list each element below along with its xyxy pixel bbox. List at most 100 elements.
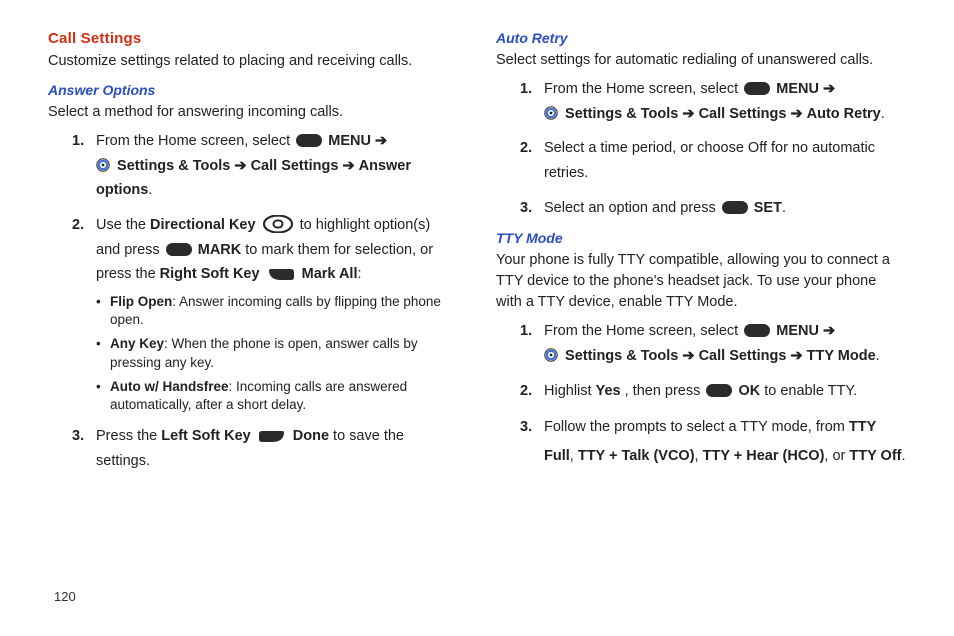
settings-tools-icon [96,158,110,172]
step-number: 3. [520,413,532,442]
ok-key-icon [166,243,192,256]
option-name: Auto w/ Handsfree [110,379,229,394]
arrow-icon: ➔ [790,348,802,364]
answer-options-intro: Select a method for answering incoming c… [48,102,458,123]
arrow-icon: ➔ [790,106,802,122]
text: Select an option and press [544,200,720,216]
left-column: Call Settings Customize settings related… [48,30,458,483]
text: Press the [96,428,161,444]
arrow-icon: ➔ [375,133,387,149]
arrow-icon: ➔ [682,348,694,364]
done-label: Done [293,428,329,444]
step-number: 2. [520,379,532,404]
step-2: 2. Use the Directional Key to highlight … [72,213,458,414]
period: . [881,106,885,122]
step-number: 3. [72,424,84,449]
period: . [782,200,786,216]
text: . [902,448,906,464]
heading-auto-retry: Auto Retry [496,30,906,46]
step-2: 2. Select a time period, or choose Off f… [520,136,906,185]
manual-page: Call Settings Customize settings related… [0,0,954,636]
step-number: 1. [520,77,532,102]
period: . [148,182,152,198]
set-label: SET [754,200,782,216]
ok-label: OK [738,383,760,399]
arrow-icon: ➔ [682,106,694,122]
ok-key-icon [744,324,770,337]
colon: : [358,266,362,282]
auto-retry-label: Auto Retry [807,106,881,122]
step-1: 1. From the Home screen, select MENU ➔ S… [72,129,458,203]
menu-label: MENU [776,323,823,339]
step-3: 3. Press the Left Soft Key Done to save … [72,424,458,473]
step-number: 3. [520,196,532,221]
text: to enable TTY. [764,383,857,399]
text: From the Home screen, select [544,81,742,97]
directional-key-icon [263,215,293,233]
right-soft-key-label: Right Soft Key [160,266,260,282]
text: , [570,448,578,464]
step-number: 2. [520,136,532,161]
settings-tools-label: Settings & Tools [565,106,682,122]
step-number: 1. [520,319,532,344]
settings-tools-label: Settings & Tools [565,348,682,364]
right-column: Auto Retry Select settings for automatic… [496,30,906,483]
option-flip-open: Flip Open: Answer incoming calls by flip… [96,293,458,329]
settings-tools-label: Settings & Tools [117,158,234,174]
directional-key-label: Directional Key [150,217,256,233]
arrow-icon: ➔ [823,81,835,97]
tty-hear-label: TTY + Hear (HCO) [703,448,825,464]
menu-label: MENU [328,133,375,149]
menu-label: MENU [776,81,823,97]
step-number: 1. [72,129,84,154]
text: , [695,448,703,464]
left-soft-key-icon [258,429,286,443]
step-2: 2. Highlist Yes , then press OK to enabl… [520,379,906,404]
mark-all-label: Mark All [302,266,358,282]
page-number: 120 [54,589,76,604]
mark-label: MARK [198,242,242,258]
right-soft-key-icon [267,267,295,281]
heading-tty-mode: TTY Mode [496,230,906,246]
auto-retry-steps: 1. From the Home screen, select MENU ➔ S… [520,77,906,220]
left-soft-key-label: Left Soft Key [161,428,250,444]
text: , then press [625,383,705,399]
ok-key-icon [722,201,748,214]
arrow-icon: ➔ [823,323,835,339]
step-1: 1. From the Home screen, select MENU ➔ S… [520,77,906,126]
call-settings-label: Call Settings [251,158,343,174]
ok-key-icon [706,384,732,397]
tty-mode-label: TTY Mode [807,348,876,364]
option-name: Any Key [110,336,164,351]
ok-key-icon [296,134,322,147]
tty-off-label: TTY Off [849,448,901,464]
period: . [876,348,880,364]
answer-options-steps: 1. From the Home screen, select MENU ➔ S… [72,129,458,473]
option-auto-handsfree: Auto w/ Handsfree: Incoming calls are an… [96,378,458,414]
step-1: 1. From the Home screen, select MENU ➔ S… [520,319,906,368]
heading-call-settings: Call Settings [48,30,458,47]
auto-retry-intro: Select settings for automatic redialing … [496,50,906,71]
step-3: 3. Follow the prompts to select a TTY mo… [520,413,906,471]
tty-talk-label: TTY + Talk (VCO) [578,448,695,464]
call-settings-label: Call Settings [699,106,791,122]
arrow-icon: ➔ [342,158,354,174]
tty-intro: Your phone is fully TTY compatible, allo… [496,250,906,313]
answer-options-list: Flip Open: Answer incoming calls by flip… [96,293,458,414]
call-settings-intro: Customize settings related to placing an… [48,51,458,72]
arrow-icon: ➔ [234,158,246,174]
tty-steps: 1. From the Home screen, select MENU ➔ S… [520,319,906,471]
step-number: 2. [72,213,84,238]
step-3: 3. Select an option and press SET. [520,196,906,221]
text: , or [824,448,849,464]
text: From the Home screen, select [96,133,294,149]
settings-tools-icon [544,348,558,362]
text: Select a time period, or choose Off for … [544,140,875,181]
text: Follow the prompts to select a TTY mode,… [544,419,849,435]
yes-label: Yes [596,383,621,399]
text: Use the [96,217,150,233]
ok-key-icon [744,82,770,95]
heading-answer-options: Answer Options [48,82,458,98]
option-any-key: Any Key: When the phone is open, answer … [96,335,458,371]
text: From the Home screen, select [544,323,742,339]
